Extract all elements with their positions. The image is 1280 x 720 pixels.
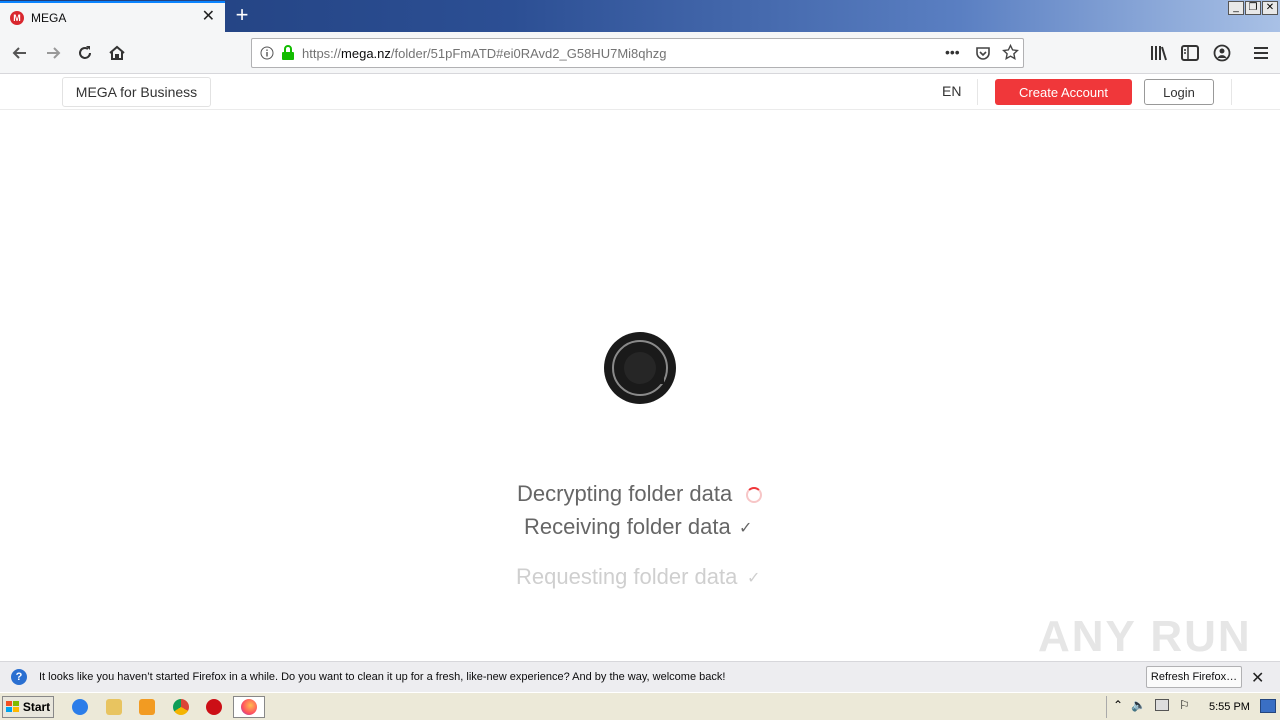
tab-close-icon[interactable]: ✕ [202,9,215,25]
sidebar-icon[interactable] [1181,45,1199,61]
anyrun-watermark: ANY RUN [1038,612,1252,661]
url-prefix: https:// [302,46,342,61]
new-tab-button[interactable]: + [231,4,253,26]
home-button[interactable] [103,40,131,66]
taskbar-clock[interactable]: 5:55 PM [1209,701,1250,713]
header-divider [1231,79,1232,105]
notification-message: It looks like you haven’t started Firefo… [39,671,726,683]
reload-button[interactable] [71,40,99,66]
opera-icon[interactable] [206,699,222,715]
media-player-icon[interactable] [139,699,155,715]
checkmark-icon: ✓ [739,520,753,537]
login-button[interactable]: Login [1144,79,1214,105]
secure-lock-icon[interactable] [281,45,295,61]
main-loading-spinner-icon [604,332,676,404]
window-maximize-button[interactable]: ❐ [1245,1,1261,15]
page-actions-icon[interactable]: ••• [945,44,960,60]
language-selector[interactable]: EN [942,83,961,99]
navigation-toolbar: https://mega.nz/folder/51pFmATD#ei0RAvd2… [0,32,1280,74]
refresh-firefox-button[interactable]: Refresh Firefox… [1146,666,1242,688]
start-label: Start [22,700,51,714]
question-icon: ? [11,669,27,685]
progress-spinner-icon [746,487,762,503]
back-button[interactable] [6,40,34,66]
header-divider [977,79,978,105]
url-path: /folder/51pFmATD#ei0RAvd2_G58HU7Mi8qhzg [390,46,667,61]
forward-arrow-icon [47,47,61,59]
reload-icon [79,46,91,59]
hamburger-menu-icon[interactable] [1253,45,1269,61]
url-text[interactable]: https://mega.nz/folder/51pFmATD#ei0RAvd2… [302,46,666,61]
loading-step-requesting: Requesting folder data [516,564,738,589]
create-account-button[interactable]: Create Account [995,79,1132,105]
start-button[interactable]: Start [2,696,54,718]
mega-favicon-icon: M [10,10,24,25]
tab-bar: M MEGA ✕ + _ ❐ ✕ [0,0,1280,32]
checkmark-icon: ✓ [747,570,761,587]
volume-icon[interactable]: 🔈 [1131,698,1146,712]
show-desktop-icon[interactable] [1260,699,1276,713]
home-icon [109,45,125,60]
info-icon[interactable] [260,46,274,60]
action-center-flag-icon[interactable]: ⚐ [1179,698,1190,712]
tray-expand-icon[interactable]: ⌃ [1113,698,1123,712]
site-header: MEGA for Business EN Create Account Logi… [0,75,1280,110]
library-icon[interactable] [1150,45,1168,61]
firefox-refresh-notification: ? It looks like you haven’t started Fire… [0,661,1280,692]
url-host: mega.nz [341,46,391,61]
taskbar-firefox-task[interactable] [233,696,265,718]
loader-core [624,352,656,384]
window-minimize-button[interactable]: _ [1228,1,1244,15]
account-icon[interactable] [1213,44,1231,62]
windows-taskbar: Start ⌃ 🔈 ⚐ 5:55 PM [0,692,1280,720]
url-bar[interactable]: https://mega.nz/folder/51pFmATD#ei0RAvd2… [251,38,1024,68]
bookmark-star-icon[interactable] [1002,44,1019,61]
loading-step-decrypting: Decrypting folder data [517,481,733,506]
notification-close-icon[interactable]: ✕ [1251,668,1264,688]
tab-title: MEGA [31,10,67,25]
network-icon[interactable] [1155,699,1169,711]
pocket-icon[interactable] [975,45,991,61]
tab-mega[interactable]: M MEGA ✕ [0,1,225,32]
loading-step-receiving: Receiving folder data [524,514,731,539]
forward-button[interactable] [39,40,67,66]
window-close-button[interactable]: ✕ [1262,1,1278,15]
chrome-icon[interactable] [173,699,189,715]
system-tray: ⌃ 🔈 ⚐ [1106,696,1278,718]
windows-logo-icon [5,701,19,712]
mega-for-business-button[interactable]: MEGA for Business [62,77,211,107]
explorer-icon[interactable] [106,699,122,715]
firefox-icon [241,699,257,715]
ie-icon[interactable] [72,699,88,715]
back-arrow-icon [12,47,26,59]
